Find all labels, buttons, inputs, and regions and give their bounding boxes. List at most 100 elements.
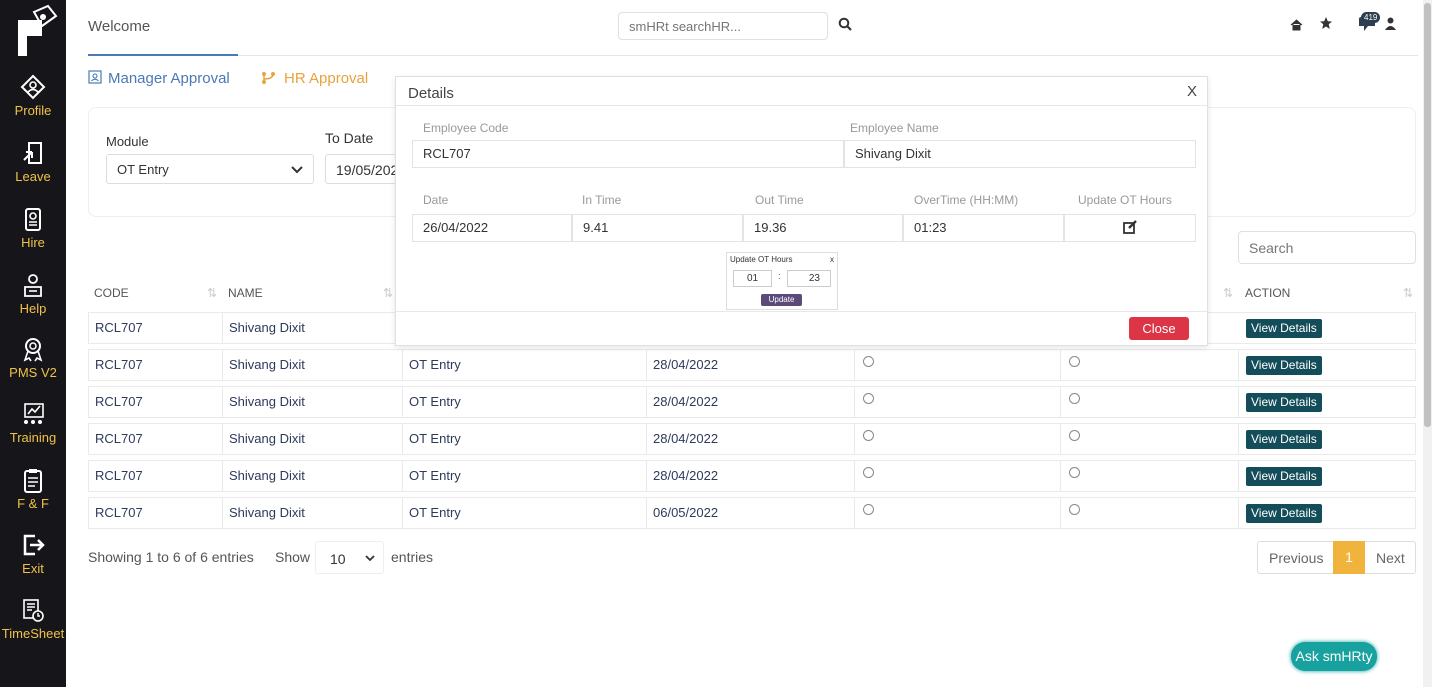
scrollbar-thumb[interactable] bbox=[1424, 3, 1431, 427]
sidebar-item-fnf[interactable]: F & F bbox=[0, 467, 66, 511]
sidebar-item-profile[interactable]: Profile bbox=[0, 74, 66, 118]
view-details-button[interactable]: View Details bbox=[1246, 393, 1322, 412]
training-icon bbox=[24, 403, 44, 424]
reject-radio[interactable] bbox=[1069, 467, 1080, 478]
reject-radio[interactable] bbox=[1069, 356, 1080, 367]
popup-close-button[interactable]: x bbox=[830, 255, 834, 264]
sidebar-item-help[interactable]: Help bbox=[0, 272, 66, 316]
cell-name: Shivang Dixit bbox=[223, 424, 403, 454]
sort-icon[interactable]: ⇅ bbox=[383, 286, 393, 300]
sidebar-item-training[interactable]: Training bbox=[0, 401, 66, 445]
cell-name: Shivang Dixit bbox=[223, 350, 403, 380]
cell-date: 28/04/2022 bbox=[647, 424, 855, 454]
scrollbar[interactable] bbox=[1423, 0, 1432, 687]
cell-code: RCL707 bbox=[89, 350, 223, 380]
company-logo[interactable] bbox=[8, 2, 60, 58]
approve-radio[interactable] bbox=[863, 356, 874, 367]
cell-date: 06/05/2022 bbox=[647, 498, 855, 528]
column-header-name[interactable]: NAME bbox=[228, 286, 263, 300]
reject-radio[interactable] bbox=[1069, 393, 1080, 404]
sidebar-item-label: Leave bbox=[15, 169, 51, 184]
view-details-button[interactable]: View Details bbox=[1246, 504, 1322, 523]
sidebar-item-pms[interactable]: PMS V2 bbox=[0, 336, 66, 380]
ot-hours-input[interactable]: 01 bbox=[733, 270, 772, 287]
approve-radio[interactable] bbox=[863, 430, 874, 441]
entries-label: entries bbox=[391, 549, 434, 565]
table-row: RCL707 Shivang Dixit OT Entry 28/04/2022… bbox=[88, 386, 1416, 418]
tab-manager-approval[interactable]: Manager Approval bbox=[88, 70, 230, 87]
sidebar-item-label: Hire bbox=[21, 235, 45, 250]
modal-close-x-button[interactable]: X bbox=[1187, 83, 1197, 100]
sidebar-item-exit[interactable]: Exit bbox=[0, 532, 66, 576]
notification-badge: 419 bbox=[1361, 12, 1381, 23]
cell-module: OT Entry bbox=[403, 350, 647, 380]
table-row: RCL707 Shivang Dixit OT Entry 28/04/2022… bbox=[88, 349, 1416, 381]
module-label: Module bbox=[106, 134, 149, 149]
profile-icon bbox=[20, 74, 46, 100]
approve-radio[interactable] bbox=[863, 393, 874, 404]
cell-radio bbox=[1061, 424, 1239, 454]
sidebar: Profile Leave Hire Help PMS V2 Training … bbox=[0, 0, 66, 687]
module-select[interactable]: OT Entry bbox=[106, 154, 314, 184]
home-icon[interactable] bbox=[1290, 18, 1303, 34]
column-header-code[interactable]: CODE bbox=[94, 286, 129, 300]
reject-radio[interactable] bbox=[1069, 504, 1080, 515]
cell-radio bbox=[855, 498, 1061, 528]
cell-radio bbox=[1061, 461, 1239, 491]
sidebar-item-label: Exit bbox=[22, 561, 44, 576]
title-underline bbox=[88, 54, 238, 56]
page-1-button[interactable]: 1 bbox=[1333, 541, 1365, 574]
page-title: Welcome bbox=[88, 18, 151, 35]
ask-smhrty-button[interactable]: Ask smHRty bbox=[1291, 642, 1377, 671]
timesheet-icon bbox=[23, 599, 44, 622]
edit-icon[interactable] bbox=[1122, 220, 1138, 234]
employee-name-field: Shivang Dixit bbox=[844, 140, 1196, 168]
cell-radio bbox=[1061, 387, 1239, 417]
sort-icon[interactable]: ⇅ bbox=[1223, 286, 1233, 300]
view-details-button[interactable]: View Details bbox=[1246, 319, 1322, 338]
popup-title: Update OT Hours bbox=[730, 255, 793, 264]
cell-code: RCL707 bbox=[89, 313, 223, 343]
sort-icon[interactable]: ⇅ bbox=[207, 286, 217, 300]
cell-code: RCL707 bbox=[89, 387, 223, 417]
approve-radio[interactable] bbox=[863, 467, 874, 478]
exit-icon bbox=[23, 534, 45, 556]
table-search-input[interactable] bbox=[1238, 231, 1416, 264]
sidebar-item-timesheet[interactable]: TimeSheet bbox=[0, 597, 66, 641]
employee-name-label: Employee Name bbox=[850, 121, 939, 135]
cell-date: 28/04/2022 bbox=[647, 350, 855, 380]
close-button[interactable]: Close bbox=[1129, 317, 1189, 340]
previous-button[interactable]: Previous bbox=[1269, 550, 1323, 566]
cell-radio bbox=[855, 350, 1061, 380]
page-size-select[interactable]: 10 bbox=[315, 541, 384, 574]
ot-minutes-input[interactable]: 23 bbox=[787, 270, 831, 287]
view-details-button[interactable]: View Details bbox=[1246, 430, 1322, 449]
date-field: 26/04/2022 bbox=[412, 214, 572, 242]
cell-radio bbox=[1061, 350, 1239, 380]
cell-code: RCL707 bbox=[89, 461, 223, 491]
cell-module: OT Entry bbox=[403, 387, 647, 417]
column-header-action[interactable]: ACTION bbox=[1245, 286, 1290, 300]
sidebar-item-hire[interactable]: Hire bbox=[0, 206, 66, 250]
sidebar-item-label: F & F bbox=[17, 496, 49, 511]
tab-hr-approval[interactable]: HR Approval bbox=[261, 70, 368, 87]
view-details-button[interactable]: View Details bbox=[1246, 467, 1322, 486]
global-search-input[interactable] bbox=[618, 12, 828, 40]
sort-icon[interactable]: ⇅ bbox=[1403, 286, 1413, 300]
user-icon[interactable] bbox=[1385, 17, 1396, 33]
modal-header: Details X bbox=[396, 77, 1207, 106]
sidebar-item-leave[interactable]: Leave bbox=[0, 140, 66, 184]
approve-radio[interactable] bbox=[863, 504, 874, 515]
award-icon bbox=[23, 338, 43, 362]
next-button[interactable]: Next bbox=[1376, 550, 1405, 566]
star-icon[interactable] bbox=[1319, 16, 1333, 33]
search-icon[interactable] bbox=[838, 17, 852, 34]
tab-label: Manager Approval bbox=[108, 70, 230, 87]
to-date-field[interactable]: 19/05/202 bbox=[325, 154, 405, 184]
reject-radio[interactable] bbox=[1069, 430, 1080, 441]
view-details-button[interactable]: View Details bbox=[1246, 356, 1322, 375]
update-button[interactable]: Update bbox=[761, 294, 802, 306]
cell-name: Shivang Dixit bbox=[223, 387, 403, 417]
out-time-field: 19.36 bbox=[743, 214, 903, 242]
sidebar-item-label: TimeSheet bbox=[1, 626, 65, 641]
